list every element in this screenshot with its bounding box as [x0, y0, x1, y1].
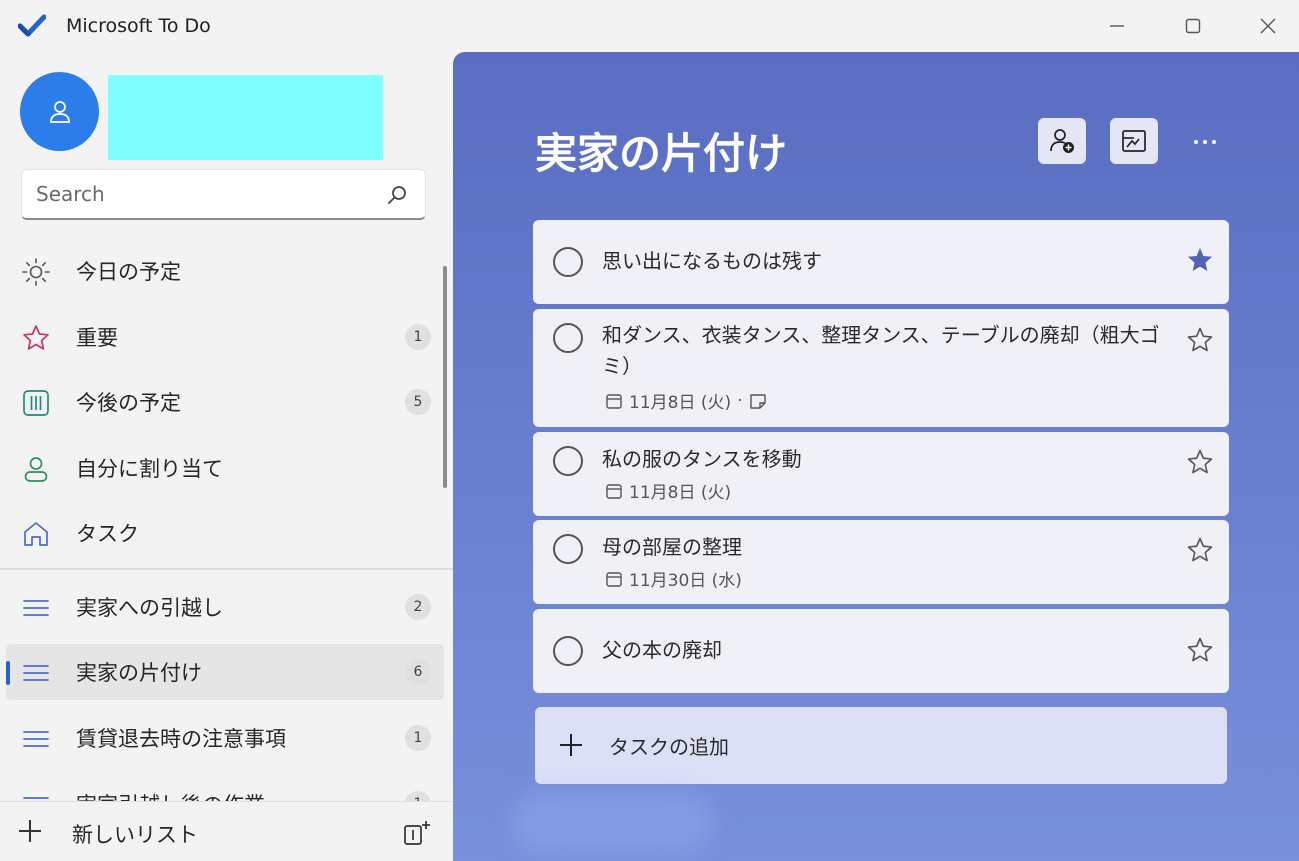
count-badge: 6 — [405, 659, 431, 685]
list-title[interactable]: 実家の片付け — [535, 120, 787, 181]
task-complete-checkbox[interactable] — [553, 636, 583, 666]
sidebar-item-tasks[interactable]: タスク — [6, 505, 444, 561]
search-input[interactable] — [36, 179, 376, 209]
task-meta: 11月8日 (火) — [605, 478, 731, 503]
note-icon — [749, 393, 766, 409]
new-list-button[interactable]: 新しいリスト — [72, 819, 198, 849]
add-task-field[interactable]: タスクの追加 — [535, 707, 1227, 784]
plus-icon — [560, 734, 582, 756]
sidebar-item-label: 今日の予定 — [76, 260, 181, 284]
star-outline-icon[interactable] — [1186, 448, 1214, 476]
task-complete-checkbox[interactable] — [553, 247, 583, 277]
star-outline-icon[interactable] — [1186, 326, 1214, 354]
home-icon — [24, 522, 48, 546]
sidebar-list-item-active[interactable]: 実家の片付け 6 — [6, 644, 444, 700]
count-badge: 1 — [405, 725, 431, 751]
sidebar-item-label: 賃貸退去時の注意事項 — [76, 727, 286, 751]
count-badge: 2 — [405, 594, 431, 620]
more-horizontal-icon — [1194, 140, 1216, 144]
task-item[interactable]: 和ダンス、衣装タンス、整理タンス、テーブルの廃却（粗大ゴミ） 11月8日 (火)… — [533, 309, 1229, 427]
star-outline-icon[interactable] — [1186, 536, 1214, 564]
task-complete-checkbox[interactable] — [553, 446, 583, 476]
theme-layout-button[interactable] — [1110, 118, 1158, 164]
todo-logo-icon — [18, 14, 46, 37]
sidebar-item-my-day[interactable]: 今日の予定 — [6, 243, 444, 299]
minimize-button[interactable] — [1094, 8, 1140, 44]
sidebar-item-label: 重要 — [76, 326, 118, 350]
plus-icon[interactable] — [17, 818, 43, 844]
task-item[interactable]: 私の服のタンスを移動 11月8日 (火) — [533, 432, 1229, 516]
background-glow — [513, 792, 713, 852]
list-icon — [23, 665, 49, 681]
sidebar-scrollbar[interactable] — [443, 266, 447, 488]
sidebar-list-item[interactable]: 実家への引越し 2 — [6, 579, 444, 635]
active-indicator — [6, 661, 10, 685]
count-badge: 1 — [405, 324, 431, 350]
maximize-button[interactable] — [1170, 8, 1216, 44]
sidebar-item-planned[interactable]: 今後の予定 5 — [6, 374, 444, 430]
avatar[interactable] — [20, 72, 99, 151]
task-meta: 11月8日 (火) · — [605, 388, 767, 413]
sidebar-item-assigned[interactable]: 自分に割り当て — [6, 440, 444, 496]
task-complete-checkbox[interactable] — [553, 323, 583, 353]
calendar-grid-icon — [23, 390, 49, 416]
sidebar-footer: 新しいリスト — [0, 801, 453, 861]
person-avatar-icon — [49, 100, 70, 123]
task-due-date: 11月30日 (水) — [629, 571, 742, 591]
calendar-icon — [606, 571, 622, 587]
title-bar: Microsoft To Do — [0, 0, 1299, 52]
list-icon — [23, 731, 49, 747]
sidebar-item-label: 自分に割り当て — [76, 457, 223, 481]
layout-image-icon — [1122, 130, 1146, 152]
maximize-icon — [1185, 18, 1201, 34]
minimize-icon — [1110, 25, 1124, 27]
star-outline-icon[interactable] — [1186, 636, 1214, 664]
more-options-button[interactable] — [1183, 122, 1227, 162]
sidebar-item-label: 今後の予定 — [76, 391, 181, 415]
close-icon — [1260, 18, 1276, 34]
sidebar-item-important[interactable]: 重要 1 — [6, 309, 444, 365]
add-task-label: タスクの追加 — [609, 735, 729, 759]
task-title[interactable]: 母の部屋の整理 — [602, 532, 1162, 563]
app-title: Microsoft To Do — [66, 15, 211, 37]
share-person-icon — [1050, 129, 1074, 153]
task-title[interactable]: 私の服のタンスを移動 — [602, 444, 1162, 475]
star-filled-icon[interactable] — [1186, 246, 1214, 274]
task-item[interactable]: 父の本の廃却 — [533, 609, 1229, 693]
person-icon — [24, 457, 48, 482]
task-item[interactable]: 母の部屋の整理 11月30日 (水) — [533, 520, 1229, 604]
calendar-icon — [606, 393, 622, 409]
sidebar-item-label: 実家の片付け — [76, 661, 202, 685]
star-icon — [23, 325, 49, 350]
task-due-date: 11月8日 (火) — [629, 483, 732, 503]
sidebar-divider — [0, 568, 453, 570]
calendar-icon — [606, 483, 622, 499]
task-item[interactable]: 思い出になるものは残す — [533, 220, 1229, 304]
sun-icon — [22, 258, 50, 286]
task-complete-checkbox[interactable] — [553, 534, 583, 564]
task-meta: 11月30日 (水) — [605, 566, 742, 591]
list-icon — [23, 600, 49, 616]
task-title[interactable]: 和ダンス、衣装タンス、整理タンス、テーブルの廃却（粗大ゴミ） — [602, 320, 1162, 382]
task-title[interactable]: 思い出になるものは残す — [602, 246, 1162, 277]
task-title[interactable]: 父の本の廃却 — [602, 635, 1162, 666]
task-due-date: 11月8日 (火) — [629, 393, 732, 413]
sidebar-item-label: タスク — [76, 522, 139, 546]
close-button[interactable] — [1245, 8, 1291, 44]
account-info-redacted — [108, 75, 383, 160]
share-list-button[interactable] — [1038, 118, 1086, 164]
sidebar-list-item[interactable]: 賃貸退去時の注意事項 1 — [6, 710, 444, 766]
task-list-panel: 実家の片付け 思い出になるものは残す 和ダンス、衣装タンス、整理タンス、テーブル… — [453, 52, 1299, 861]
search-box[interactable] — [21, 169, 426, 220]
sidebar-item-label: 実家への引越し — [76, 596, 223, 620]
sidebar: 今日の予定 重要 1 今後の予定 5 自分に割り当て タスク — [0, 52, 453, 861]
meta-separator: · — [737, 390, 743, 411]
count-badge: 5 — [405, 389, 431, 415]
search-icon[interactable] — [385, 183, 409, 207]
new-group-icon[interactable] — [402, 819, 432, 847]
